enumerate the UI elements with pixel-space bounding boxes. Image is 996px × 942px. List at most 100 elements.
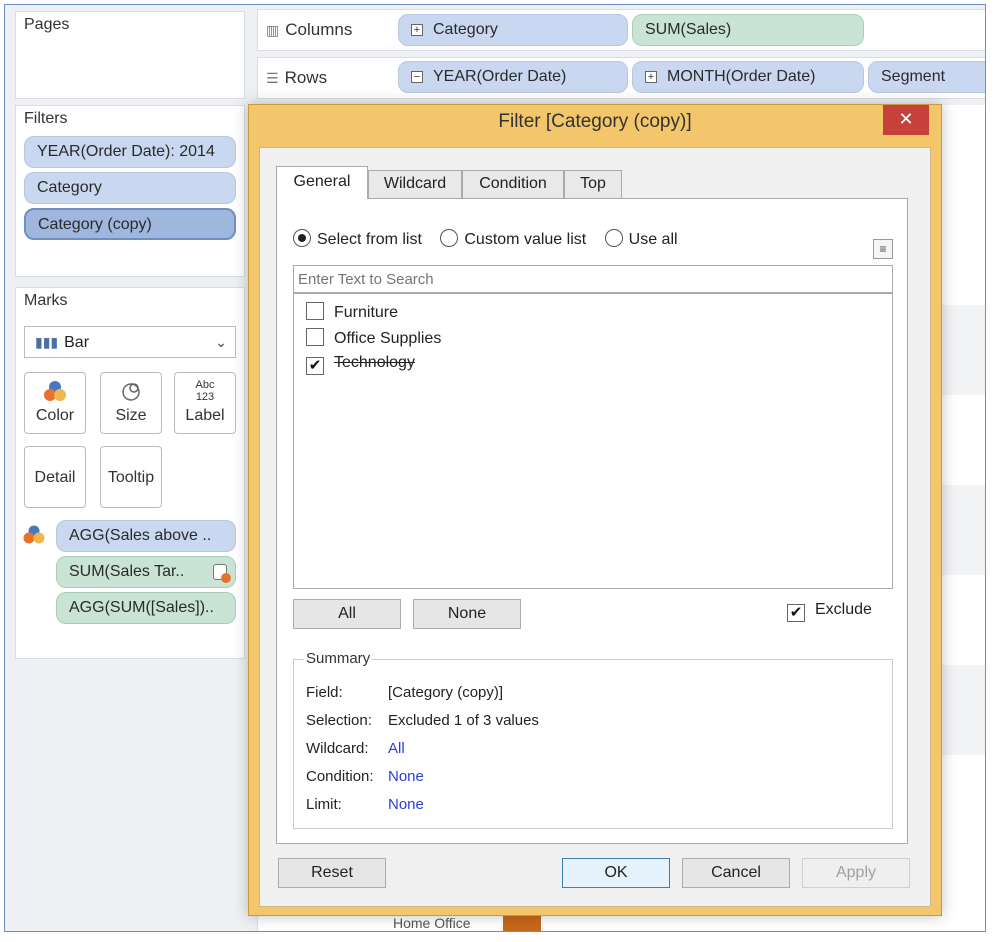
bar-chart-icon: ▮▮▮ — [35, 334, 59, 350]
list-item-label: Technology — [334, 354, 415, 371]
mark-field-agg-sum-sales[interactable]: AGG(SUM([Sales]).. — [56, 592, 236, 624]
summary-link[interactable]: None — [388, 768, 424, 785]
expand-plus-icon[interactable]: + — [411, 23, 423, 36]
bar-mark[interactable] — [503, 915, 541, 931]
columns-pill-sum-sales[interactable]: SUM(Sales) — [632, 14, 864, 46]
filters-panel: Filters YEAR(Order Date): 2014 Category … — [15, 105, 245, 277]
tab-general[interactable]: General — [276, 166, 368, 199]
radio-use-all[interactable]: Use all — [604, 229, 678, 249]
summary-link[interactable]: None — [388, 796, 424, 813]
summary-link[interactable]: All — [388, 740, 405, 757]
dialog-title: Filter [Category (copy)] — [498, 111, 692, 132]
rows-pill-month-label: MONTH(Order Date) — [667, 68, 816, 85]
summary-key: Condition: — [306, 768, 374, 785]
tab-wildcard[interactable]: Wildcard — [368, 170, 462, 198]
checkbox-unchecked-icon[interactable] — [306, 302, 324, 320]
search-input[interactable] — [293, 265, 893, 293]
reset-button[interactable]: Reset — [278, 858, 386, 888]
filter-dialog: Filter [Category (copy)] ✕ General Wildc… — [248, 104, 942, 916]
summary-box: Summary Field: [Category (copy)] Selectio… — [293, 650, 893, 829]
checkbox-unchecked-icon[interactable] — [306, 328, 324, 346]
summary-field-row: Field: [Category (copy)] — [306, 684, 503, 701]
radio-off-icon — [440, 229, 459, 247]
columns-pill-category-label: Category — [433, 21, 498, 38]
columns-pill-category[interactable]: + Category — [398, 14, 628, 46]
size-label: Size — [115, 407, 147, 424]
list-menu-icon[interactable]: ≡ — [873, 239, 893, 259]
values-list[interactable]: Furniture Office Supplies ✔ Technology — [293, 293, 893, 589]
expand-plus-icon[interactable]: + — [645, 70, 657, 83]
list-item-label: Office Supplies — [334, 330, 442, 347]
filter-pill-category-copy[interactable]: Category (copy) — [24, 208, 236, 240]
rows-pill-month[interactable]: + MONTH(Order Date) — [632, 61, 864, 93]
list-item-office-supplies[interactable]: Office Supplies — [306, 328, 441, 348]
none-button[interactable]: None — [413, 599, 521, 629]
color-label: Color — [35, 407, 75, 424]
rows-shelf-label: ☰ Rows — [266, 68, 327, 88]
radio-use-all-label: Use all — [628, 231, 678, 248]
close-icon[interactable]: ✕ — [883, 105, 929, 135]
detail-label: Detail — [34, 469, 76, 486]
mark-field-sum-sales-target-label: SUM(Sales Tar.. — [69, 563, 185, 580]
summary-selection-row: Selection: Excluded 1 of 3 values — [306, 712, 539, 729]
list-item-furniture[interactable]: Furniture — [306, 302, 398, 322]
color-button[interactable]: Color — [24, 372, 86, 434]
list-item-technology[interactable]: ✔ Technology — [306, 354, 415, 375]
summary-value: [Category (copy)] — [388, 684, 504, 701]
general-tab-panel: Select from list Custom value list Use a… — [276, 198, 908, 844]
apply-button[interactable]: Apply — [802, 858, 910, 888]
tab-top[interactable]: Top — [564, 170, 622, 198]
mark-type-value: Bar — [64, 334, 90, 351]
dialog-body: General Wildcard Condition Top Select fr… — [259, 147, 931, 907]
marks-panel: Marks ▮▮▮ Bar ⌄ Color Size Abc 123 Label … — [15, 287, 245, 659]
detail-button[interactable]: Detail — [24, 446, 86, 508]
all-button[interactable]: All — [293, 599, 401, 629]
summary-value: Excluded 1 of 3 values — [388, 712, 539, 729]
list-item-label: Furniture — [334, 304, 399, 321]
summary-condition-row: Condition: None — [306, 768, 424, 785]
rows-pill-year[interactable]: − YEAR(Order Date) — [398, 61, 628, 93]
filter-pill-year[interactable]: YEAR(Order Date): 2014 — [24, 136, 236, 168]
exclude-label: Exclude — [815, 601, 872, 618]
checkmark-icon[interactable]: ✔ — [787, 604, 805, 622]
marks-title: Marks — [24, 292, 68, 309]
radio-custom-value-list[interactable]: Custom value list — [440, 229, 586, 249]
mark-field-sum-sales-target[interactable]: SUM(Sales Tar.. — [56, 556, 236, 588]
tab-condition[interactable]: Condition — [462, 170, 564, 198]
rows-pill-segment[interactable]: Segment — [868, 61, 985, 93]
exclude-checkbox[interactable]: ✔ Exclude — [787, 601, 872, 622]
chevron-down-icon: ⌄ — [215, 334, 227, 350]
cancel-button[interactable]: Cancel — [682, 858, 790, 888]
ok-button[interactable]: OK — [562, 858, 670, 888]
abc-123-icon: Abc 123 — [195, 379, 215, 403]
checkmark-icon[interactable]: ✔ — [306, 357, 324, 375]
radio-off-icon — [604, 229, 623, 247]
rows-label-text: Rows — [284, 68, 328, 87]
columns-label-text: Columns — [285, 20, 353, 39]
radio-custom-value-list-label: Custom value list — [464, 231, 587, 248]
filter-pill-category[interactable]: Category — [24, 172, 236, 204]
tooltip-label: Tooltip — [107, 469, 155, 486]
selection-mode-radios: Select from list Custom value list Use a… — [293, 229, 692, 249]
tooltip-button[interactable]: Tooltip — [100, 446, 162, 508]
pages-panel: Pages — [15, 11, 245, 99]
mark-field-agg-sales-above[interactable]: AGG(Sales above .. — [56, 520, 236, 552]
filters-title: Filters — [24, 110, 68, 127]
radio-on-icon — [293, 229, 311, 247]
radio-select-from-list-label: Select from list — [317, 231, 422, 248]
summary-limit-row: Limit: None — [306, 796, 424, 813]
mark-type-dropdown[interactable]: ▮▮▮ Bar ⌄ — [24, 326, 236, 358]
size-icon — [101, 379, 161, 405]
label-label: Label — [185, 407, 225, 424]
canvas-stripe — [935, 305, 985, 395]
collapse-minus-icon[interactable]: − — [411, 70, 423, 83]
summary-wildcard-row: Wildcard: All — [306, 740, 405, 757]
label-button[interactable]: Abc 123 Label — [174, 372, 236, 434]
canvas-stripe — [935, 485, 985, 575]
pages-title: Pages — [24, 16, 70, 33]
radio-select-from-list[interactable]: Select from list — [293, 229, 422, 249]
canvas-stripe — [935, 665, 985, 755]
size-button[interactable]: Size — [100, 372, 162, 434]
rows-icon: ☰ — [266, 70, 279, 86]
columns-shelf-label: ▥ Columns — [266, 20, 352, 40]
